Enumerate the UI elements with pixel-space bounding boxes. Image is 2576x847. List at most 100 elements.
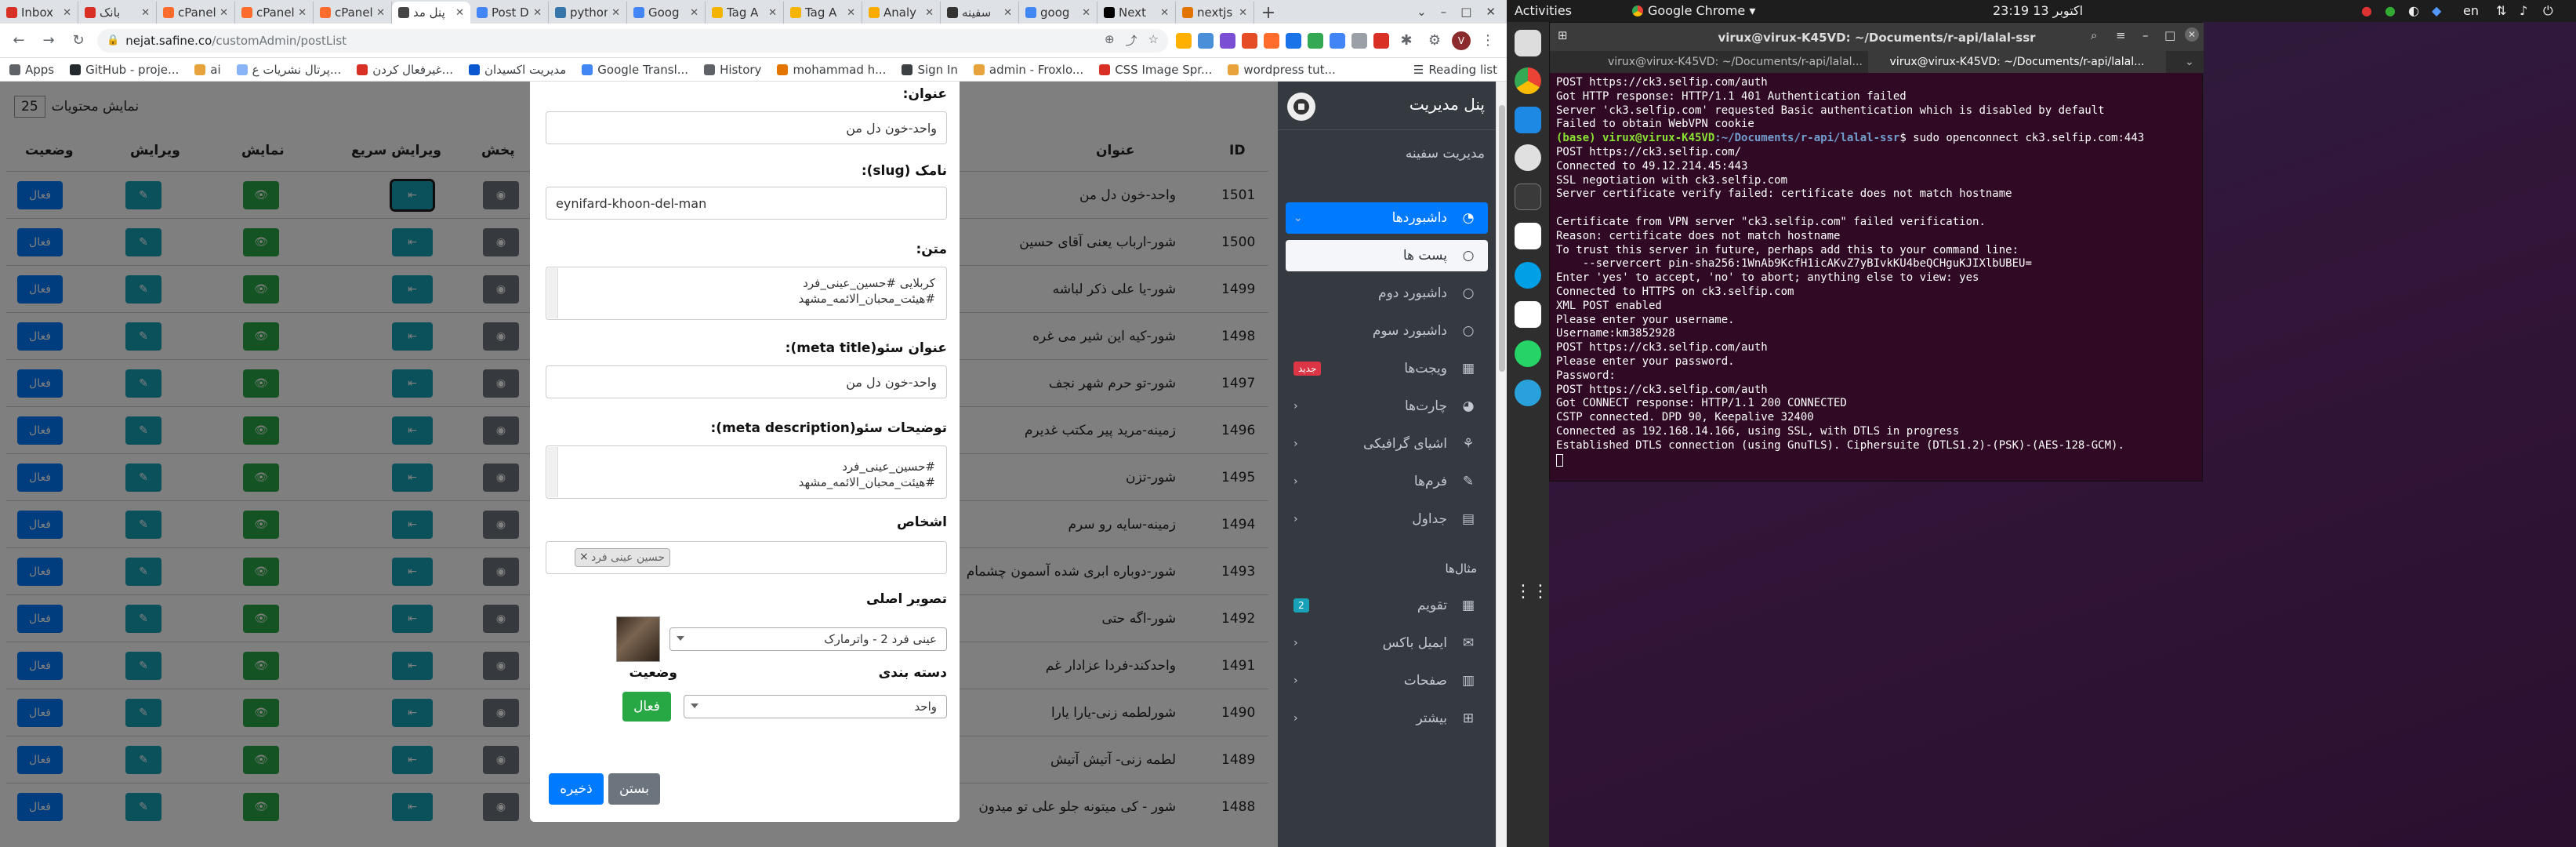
- extension-icon[interactable]: [1220, 32, 1235, 49]
- close-tab-icon[interactable]: ✕: [611, 7, 620, 19]
- terminal-icon[interactable]: [1515, 184, 1541, 210]
- tray-icon[interactable]: ◆: [2432, 3, 2441, 18]
- tray-icon[interactable]: ●: [2361, 3, 2372, 18]
- browser-tab[interactable]: سفینه ✕: [941, 2, 1019, 24]
- extensions-puzzle-icon[interactable]: ✱: [1395, 30, 1417, 52]
- browser-tab[interactable]: پنل مد ✕: [392, 2, 470, 24]
- notes-icon[interactable]: [1515, 301, 1541, 328]
- chevron-down-icon[interactable]: ⌄: [2185, 56, 2194, 68]
- browser-tab[interactable]: Inbox ✕: [0, 2, 78, 24]
- maximize-button[interactable]: □: [1460, 5, 1471, 19]
- browser-tab[interactable]: nextjs ✕: [1176, 2, 1254, 24]
- sidebar-item[interactable]: ✉ ایمیل باکس ‹: [1286, 627, 1488, 659]
- bookmark-item[interactable]: Sign In: [902, 63, 958, 77]
- close-tab-icon[interactable]: ✕: [1082, 7, 1090, 19]
- browser-tab[interactable]: Analy ✕: [862, 2, 941, 24]
- settings-icon[interactable]: ⚙: [1424, 30, 1446, 52]
- extension-icon[interactable]: [1198, 32, 1214, 49]
- textarea-scrollbar[interactable]: [547, 447, 558, 497]
- activities-button[interactable]: Activities: [1515, 3, 1572, 18]
- bookmark-item[interactable]: wordpress tut...: [1228, 63, 1336, 77]
- bookmark-item[interactable]: مدیریت اکسیدان: [468, 63, 566, 77]
- bookmark-item[interactable]: CSS Image Spr...: [1099, 63, 1212, 77]
- address-bar[interactable]: 🔒 nejat.safine.co/customAdmin/postList ⊕…: [97, 28, 1168, 53]
- close-tab-icon[interactable]: ✕: [847, 7, 855, 19]
- browser-tab[interactable]: Tag A ✕: [706, 2, 784, 24]
- tray-icon[interactable]: ◐: [2408, 3, 2419, 18]
- whatsapp-icon[interactable]: [1515, 340, 1541, 367]
- app-menu[interactable]: Google Chrome ▾: [1632, 3, 1755, 18]
- close-window-button[interactable]: ✕: [1486, 5, 1496, 19]
- share-icon[interactable]: ⤴: [1126, 32, 1137, 49]
- telegram-icon[interactable]: [1515, 380, 1541, 406]
- category-select[interactable]: واحد: [684, 695, 947, 718]
- textarea-scrollbar[interactable]: [547, 268, 558, 318]
- extension-icon[interactable]: [1351, 32, 1367, 49]
- keyboard-language[interactable]: en: [2463, 3, 2479, 18]
- title-input[interactable]: واحد-خون دل من: [546, 111, 947, 144]
- sidebar-item[interactable]: ◕ چارت‌ها ‹: [1286, 391, 1488, 422]
- sidebar-item[interactable]: ▦ تقویم 2: [1286, 590, 1488, 621]
- close-tab-icon[interactable]: ✕: [1003, 7, 1012, 19]
- chrome-icon[interactable]: [1515, 67, 1541, 94]
- browser-tab[interactable]: cPanel ✕: [314, 2, 392, 24]
- browser-tab[interactable]: Post D ✕: [470, 2, 549, 24]
- minimize-button[interactable]: –: [2142, 28, 2149, 42]
- bookmark-item[interactable]: پرتال نشریات ع...: [236, 63, 341, 77]
- bookmark-star-icon[interactable]: ☆: [1148, 32, 1159, 49]
- minimize-button[interactable]: –: [1441, 5, 1447, 19]
- profile-avatar[interactable]: V: [1452, 31, 1471, 50]
- power-icon[interactable]: ⏻: [2543, 3, 2553, 19]
- close-button[interactable]: ✕: [2185, 27, 2199, 42]
- close-tab-icon[interactable]: ✕: [768, 7, 777, 19]
- search-icon[interactable]: ⌕: [2091, 28, 2097, 42]
- bookmark-item[interactable]: admin - Froxlo...: [973, 63, 1083, 77]
- browser-tab[interactable]: goog ✕: [1019, 2, 1098, 24]
- extension-icon[interactable]: [1264, 32, 1279, 49]
- skype-icon[interactable]: [1515, 262, 1541, 289]
- close-tab-icon[interactable]: ✕: [63, 7, 71, 19]
- tab-search-icon[interactable]: ⌄: [1417, 5, 1427, 19]
- forward-icon[interactable]: →: [38, 30, 60, 52]
- terminal-tab[interactable]: virux@virux-K45VD: ~/Documents/r-api/lal…: [1608, 56, 1863, 68]
- seo-title-input[interactable]: واحد-خون دل من: [546, 365, 947, 398]
- show-apps-icon[interactable]: ⋮⋮: [1515, 579, 1549, 605]
- browser-tab[interactable]: cPanel ✕: [235, 2, 314, 24]
- remove-tag-icon[interactable]: ×: [579, 551, 589, 563]
- browser-tab[interactable]: Next ✕: [1098, 2, 1176, 24]
- browser-tab[interactable]: Tag A ✕: [784, 2, 862, 24]
- install-icon[interactable]: ⊕: [1105, 32, 1115, 49]
- close-tab-icon[interactable]: ✕: [376, 7, 385, 19]
- bookmark-item[interactable]: History: [704, 63, 761, 77]
- sidebar-item[interactable]: ◔ داشبوردها ⌄: [1286, 202, 1488, 234]
- persons-select[interactable]: × حسین عینی فرد: [546, 541, 947, 574]
- extension-icon[interactable]: [1286, 32, 1301, 49]
- terminal-output[interactable]: POST https://ck3.selfip.com/auth Got HTTP…: [1550, 73, 2204, 481]
- network-icon[interactable]: ⇅: [2496, 3, 2506, 18]
- close-tab-icon[interactable]: ✕: [1160, 7, 1169, 19]
- sidebar-item[interactable]: ⚘ اشیای گرافیکی ‹: [1286, 428, 1488, 460]
- sidebar-item[interactable]: ✎ فرم‌ها ‹: [1286, 466, 1488, 497]
- vscode-icon[interactable]: [1515, 107, 1541, 133]
- extension-icon[interactable]: [1176, 32, 1192, 49]
- sidebar-item[interactable]: ○ داشبورد سوم: [1286, 315, 1488, 347]
- bookmark-item[interactable]: Google Transl...: [582, 63, 688, 77]
- close-tab-icon[interactable]: ✕: [925, 7, 934, 19]
- bookmark-item[interactable]: mohammad h...: [777, 63, 886, 77]
- terminal-tab-active[interactable]: virux@virux-K45VD: ~/Documents/r-api/lal…: [1868, 51, 2166, 73]
- sidebar-item[interactable]: ○ داشبورد دوم: [1286, 278, 1488, 309]
- extension-icon[interactable]: [1330, 32, 1345, 49]
- maximize-button[interactable]: □: [2164, 28, 2175, 42]
- close-tab-icon[interactable]: ✕: [533, 7, 542, 19]
- bookmark-item[interactable]: GitHub - proje...: [70, 63, 179, 77]
- close-tab-icon[interactable]: ✕: [141, 7, 150, 19]
- browser-tab[interactable]: python ✕: [549, 2, 627, 24]
- reading-list[interactable]: ☰ Reading list: [1413, 63, 1497, 77]
- text-textarea[interactable]: کربلایی #حسین_عینی_فرد #هیئت_محبان_الائم…: [546, 267, 947, 320]
- sidebar-item[interactable]: ▦ ویجت‌ها جدید: [1286, 353, 1488, 384]
- new-tab-button[interactable]: +: [1254, 2, 1283, 24]
- close-button[interactable]: بستن: [608, 773, 660, 805]
- disk-icon[interactable]: [1515, 144, 1541, 171]
- status-toggle-button[interactable]: فعال: [622, 692, 671, 722]
- browser-tab[interactable]: Goog ✕: [627, 2, 706, 24]
